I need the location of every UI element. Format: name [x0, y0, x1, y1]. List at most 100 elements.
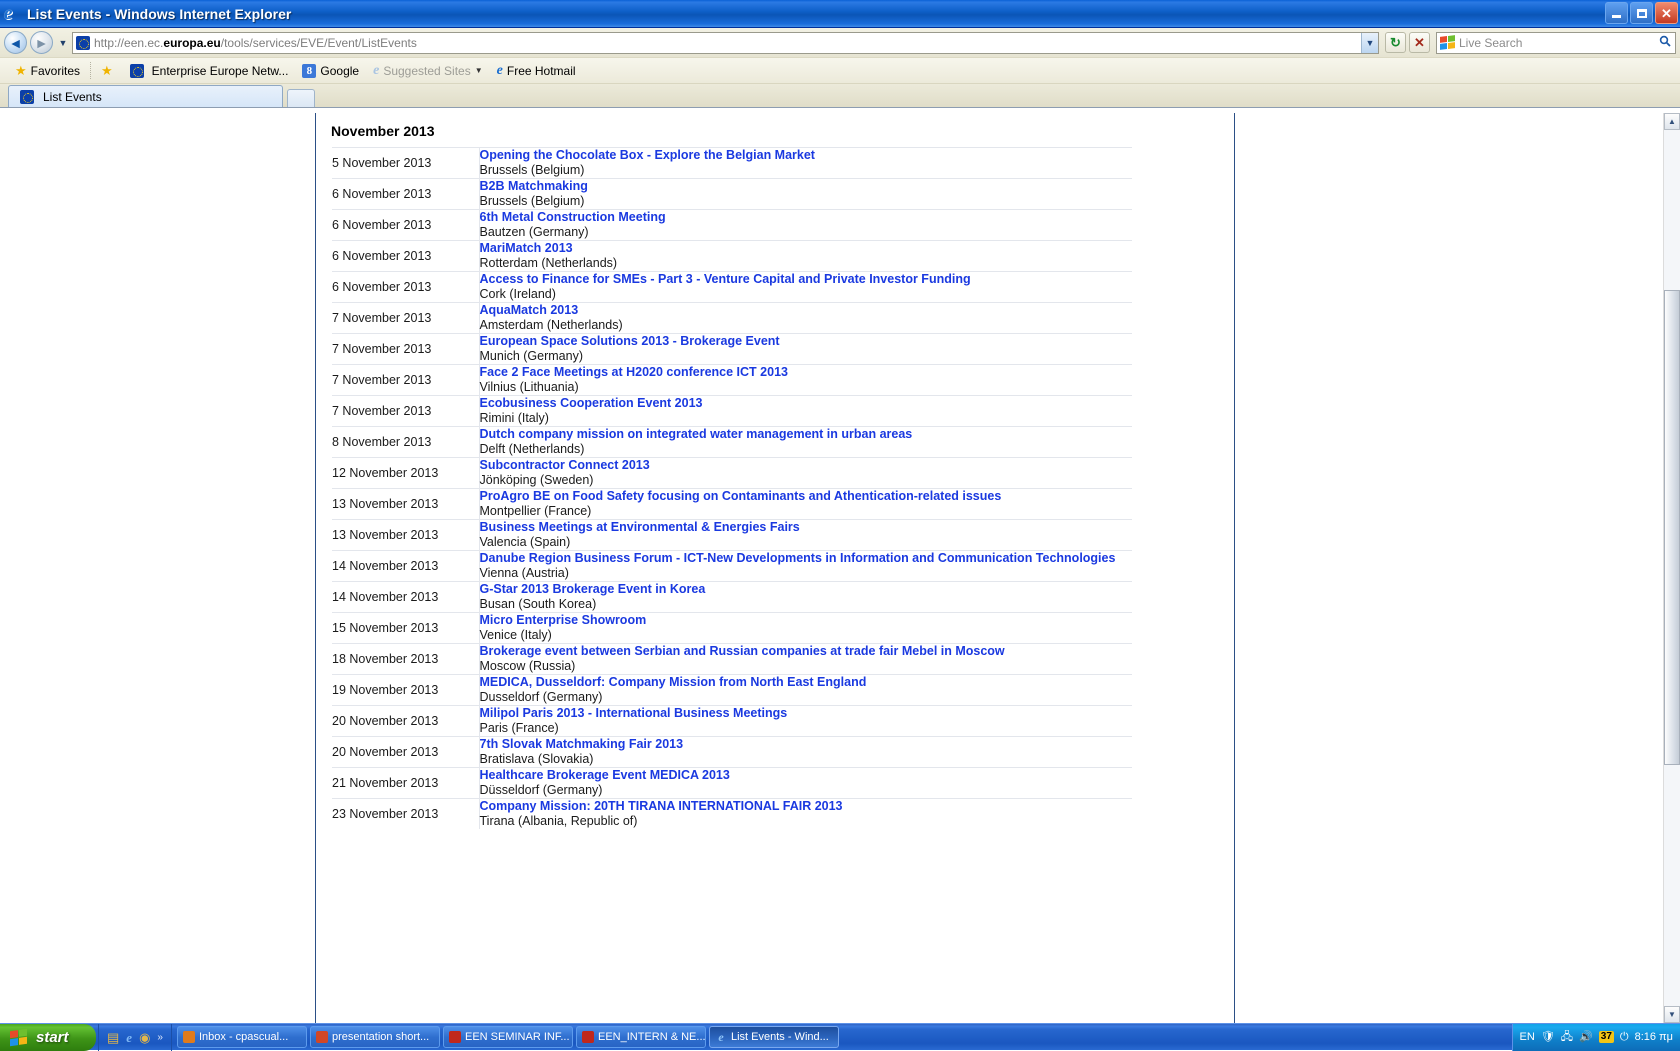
address-dropdown-button[interactable]: ▼ — [1361, 33, 1378, 53]
table-row[interactable]: 12 November 2013Subcontractor Connect 20… — [332, 458, 1132, 489]
event-title-link[interactable]: 7th Slovak Matchmaking Fair 2013 — [480, 737, 1133, 752]
table-row[interactable]: 18 November 2013Brokerage event between … — [332, 644, 1132, 675]
pdf-icon — [449, 1031, 461, 1043]
event-title-link[interactable]: European Space Solutions 2013 - Brokerag… — [480, 334, 1133, 349]
favorite-enterprise-europe-network[interactable]: Enterprise Europe Netw... — [120, 64, 296, 78]
search-box[interactable]: Live Search — [1436, 32, 1676, 54]
shield-icon[interactable]: 🛡 — [1541, 1032, 1555, 1043]
event-title-link[interactable]: Micro Enterprise Showroom — [480, 613, 1133, 628]
star-icon: ★ — [15, 64, 27, 77]
table-row[interactable]: 20 November 2013Milipol Paris 2013 - Int… — [332, 706, 1132, 737]
table-row[interactable]: 19 November 2013MEDICA, Dusseldorf: Comp… — [332, 675, 1132, 706]
table-row[interactable]: 20 November 20137th Slovak Matchmaking F… — [332, 737, 1132, 768]
network-icon[interactable]: 🖧 — [1561, 1032, 1573, 1043]
event-title-link[interactable]: Subcontractor Connect 2013 — [480, 458, 1133, 473]
taskbar-button-inbox[interactable]: Inbox - cpascual... — [177, 1026, 307, 1048]
media-icon[interactable]: ◉ — [139, 1031, 150, 1044]
event-location: Rotterdam (Netherlands) — [480, 256, 618, 270]
maximize-button[interactable] — [1630, 2, 1653, 24]
event-title-link[interactable]: MEDICA, Dusseldorf: Company Mission from… — [480, 675, 1133, 690]
event-location: Brussels (Belgium) — [480, 163, 585, 177]
taskbar-button-een-seminar[interactable]: EEN SEMINAR INF... — [443, 1026, 573, 1048]
quicklaunch-chevron-icon[interactable]: » — [157, 1032, 163, 1043]
event-title-link[interactable]: Business Meetings at Environmental & Ene… — [480, 520, 1133, 535]
taskbar-button-presentation[interactable]: presentation short... — [310, 1026, 440, 1048]
event-title-link[interactable]: Ecobusiness Cooperation Event 2013 — [480, 396, 1133, 411]
table-row[interactable]: 14 November 2013Danube Region Business F… — [332, 551, 1132, 582]
favorite-free-hotmail[interactable]: e Free Hotmail — [490, 64, 583, 78]
table-row[interactable]: 7 November 2013Ecobusiness Cooperation E… — [332, 396, 1132, 427]
minimize-button[interactable] — [1605, 2, 1628, 24]
show-desktop-icon[interactable]: ▤ — [107, 1031, 119, 1044]
event-location: Vienna (Austria) — [480, 566, 569, 580]
event-title-link[interactable]: Access to Finance for SMEs - Part 3 - Ve… — [480, 272, 1133, 287]
ie-icon[interactable]: e — [126, 1031, 132, 1044]
power-icon[interactable]: ⏻ — [1620, 1032, 1629, 1043]
table-row[interactable]: 14 November 2013G-Star 2013 Brokerage Ev… — [332, 582, 1132, 613]
taskbar-button-list-events[interactable]: e List Events - Wind... — [709, 1026, 839, 1048]
address-bar[interactable]: http://een.ec.europa.eu/tools/services/E… — [72, 32, 1379, 54]
table-row[interactable]: 15 November 2013Micro Enterprise Showroo… — [332, 613, 1132, 644]
table-row[interactable]: 5 November 2013Opening the Chocolate Box… — [332, 148, 1132, 179]
browser-viewport: November 2013 5 November 2013Opening the… — [0, 113, 1680, 1023]
search-submit-button[interactable] — [1655, 35, 1675, 50]
table-row[interactable]: 7 November 2013European Space Solutions … — [332, 334, 1132, 365]
event-title-link[interactable]: Healthcare Brokerage Event MEDICA 2013 — [480, 768, 1133, 783]
event-title-link[interactable]: B2B Matchmaking — [480, 179, 1133, 194]
event-title-link[interactable]: AquaMatch 2013 — [480, 303, 1133, 318]
event-title-link[interactable]: G-Star 2013 Brokerage Event in Korea — [480, 582, 1133, 597]
stop-icon: ✕ — [1414, 36, 1425, 49]
event-title-link[interactable]: Milipol Paris 2013 - International Busin… — [480, 706, 1133, 721]
event-title-link[interactable]: ProAgro BE on Food Safety focusing on Co… — [480, 489, 1133, 504]
event-title-link[interactable]: Company Mission: 20TH TIRANA INTERNATION… — [480, 799, 1133, 814]
refresh-button[interactable]: ↻ — [1385, 32, 1406, 53]
language-indicator[interactable]: EN — [1520, 1031, 1535, 1043]
taskbar-button-een-intern[interactable]: EEN_INTERN & NE... — [576, 1026, 706, 1048]
forward-button[interactable]: ► — [30, 31, 53, 54]
table-row[interactable]: 7 November 2013Face 2 Face Meetings at H… — [332, 365, 1132, 396]
tray-badge[interactable]: 37 — [1599, 1031, 1614, 1043]
table-row[interactable]: 21 November 2013Healthcare Brokerage Eve… — [332, 768, 1132, 799]
history-dropdown-button[interactable]: ▼ — [56, 38, 70, 48]
table-row[interactable]: 6 November 2013Access to Finance for SME… — [332, 272, 1132, 303]
clock[interactable]: 8:16 πμ — [1635, 1031, 1673, 1043]
table-row[interactable]: 13 November 2013ProAgro BE on Food Safet… — [332, 489, 1132, 520]
page-scrollbar[interactable]: ▲ ▼ — [1663, 113, 1680, 1023]
table-row[interactable]: 13 November 2013Business Meetings at Env… — [332, 520, 1132, 551]
search-input[interactable]: Live Search — [1459, 36, 1655, 50]
event-title-link[interactable]: Face 2 Face Meetings at H2020 conference… — [480, 365, 1133, 380]
scroll-up-button[interactable]: ▲ — [1664, 113, 1680, 130]
stop-button[interactable]: ✕ — [1409, 32, 1430, 53]
favorite-suggested-sites[interactable]: e Suggested Sites ▼ — [366, 64, 490, 78]
event-title-link[interactable]: Opening the Chocolate Box - Explore the … — [480, 148, 1133, 163]
favorite-label: Google — [320, 64, 359, 78]
back-button[interactable]: ◄ — [4, 31, 27, 54]
event-date: 7 November 2013 — [332, 303, 479, 334]
start-button[interactable]: start — [0, 1024, 96, 1051]
event-title-link[interactable]: Brokerage event between Serbian and Russ… — [480, 644, 1133, 659]
table-row[interactable]: 6 November 2013B2B MatchmakingBrussels (… — [332, 179, 1132, 210]
scroll-down-button[interactable]: ▼ — [1664, 1006, 1680, 1023]
event-title-link[interactable]: Dutch company mission on integrated wate… — [480, 427, 1133, 442]
table-row[interactable]: 6 November 2013MariMatch 2013Rotterdam (… — [332, 241, 1132, 272]
eu-flag-icon — [20, 90, 34, 104]
favorite-google[interactable]: 8 Google — [295, 64, 366, 78]
event-location: Bratislava (Slovakia) — [480, 752, 594, 766]
scrollbar-thumb[interactable] — [1664, 290, 1680, 765]
event-title-link[interactable]: MariMatch 2013 — [480, 241, 1133, 256]
table-row[interactable]: 8 November 2013Dutch company mission on … — [332, 427, 1132, 458]
add-to-favorites-bar-button[interactable]: ★ — [94, 64, 120, 77]
event-title-link[interactable]: 6th Metal Construction Meeting — [480, 210, 1133, 225]
volume-icon[interactable]: 🔊 — [1579, 1032, 1593, 1043]
tab-list-events[interactable]: List Events — [8, 85, 283, 107]
close-button[interactable]: ✕ — [1655, 2, 1678, 24]
new-tab-button[interactable] — [287, 89, 315, 107]
navigation-toolbar: ◄ ► ▼ http://een.ec.europa.eu/tools/serv… — [0, 28, 1680, 58]
table-row[interactable]: 6 November 20136th Metal Construction Me… — [332, 210, 1132, 241]
table-row[interactable]: 23 November 2013Company Mission: 20TH TI… — [332, 799, 1132, 830]
chevron-down-icon: ▼ — [59, 38, 68, 48]
favorites-button[interactable]: ★ Favorites — [8, 64, 87, 78]
event-title-link[interactable]: Danube Region Business Forum - ICT-New D… — [480, 551, 1133, 566]
table-row[interactable]: 7 November 2013AquaMatch 2013Amsterdam (… — [332, 303, 1132, 334]
scrollbar-track[interactable] — [1664, 130, 1680, 1006]
